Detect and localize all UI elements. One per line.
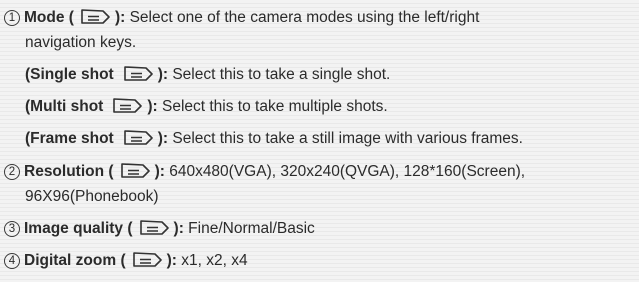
resolution-desc-2: 96X96(Phonebook): [25, 188, 159, 205]
resolution-item: 2 Resolution (): 640x480(VGA), 320x240(QV…: [4, 162, 525, 182]
image-quality-close: ):: [173, 220, 184, 237]
mode-desc-continued: navigation keys.: [25, 33, 136, 53]
mode-desc-2: navigation keys.: [25, 34, 137, 51]
image-quality-label: Image quality (: [24, 220, 133, 237]
resolution-close: ):: [154, 163, 165, 180]
single-shot-item: (Single shot): Select this to take a sin…: [25, 65, 390, 85]
soft-key-icon: [139, 220, 169, 235]
image-quality-item: 3 Image quality (): Fine/Normal/Basic: [4, 219, 315, 239]
digital-zoom-desc: x1, x2, x4: [181, 252, 248, 269]
soft-key-icon: [81, 9, 110, 24]
circled-number-4: 4: [4, 253, 20, 269]
multi-shot-label: (Multi shot: [25, 98, 104, 115]
frame-shot-desc: Select this to take a still image with v…: [172, 130, 523, 147]
circled-number-3: 3: [4, 221, 20, 237]
mode-item: 1 Mode (): Select one of the camera modes…: [4, 8, 479, 28]
mode-desc: Select one of the camera modes using the…: [129, 9, 480, 26]
resolution-desc: 640x480(VGA), 320x240(QVGA), 128*160(Scr…: [169, 163, 526, 180]
soft-key-icon: [123, 66, 153, 81]
frame-shot-item: (Frame shot): Select this to take a stil…: [25, 129, 523, 149]
digital-zoom-close: ):: [166, 252, 177, 269]
mode-label: Mode (: [24, 9, 74, 26]
multi-shot-desc: Select this to take multiple shots.: [161, 98, 388, 115]
frame-shot-label: (Frame shot: [25, 130, 114, 147]
single-shot-desc: Select this to take a single shot.: [172, 66, 391, 83]
circled-number-2: 2: [4, 164, 20, 180]
frame-shot-close: ):: [157, 130, 169, 147]
single-shot-close: ):: [157, 66, 169, 83]
mode-close: ):: [114, 9, 126, 26]
multi-shot-close: ):: [147, 98, 158, 115]
circled-number-1: 1: [4, 10, 20, 26]
single-shot-label: (Single shot: [25, 66, 114, 83]
resolution-label: Resolution (: [24, 163, 114, 180]
digital-zoom-label: Digital zoom (: [24, 252, 126, 269]
digital-zoom-item: 4 Digital zoom (): x1, x2, x4: [4, 251, 248, 271]
resolution-desc-continued: 96X96(Phonebook): [25, 187, 159, 207]
soft-key-icon: [123, 130, 153, 145]
image-quality-desc: Fine/Normal/Basic: [188, 220, 315, 237]
soft-key-icon: [132, 252, 162, 267]
soft-key-icon: [113, 98, 143, 113]
soft-key-icon: [120, 163, 150, 178]
multi-shot-item: (Multi shot): Select this to take multip…: [25, 97, 388, 117]
